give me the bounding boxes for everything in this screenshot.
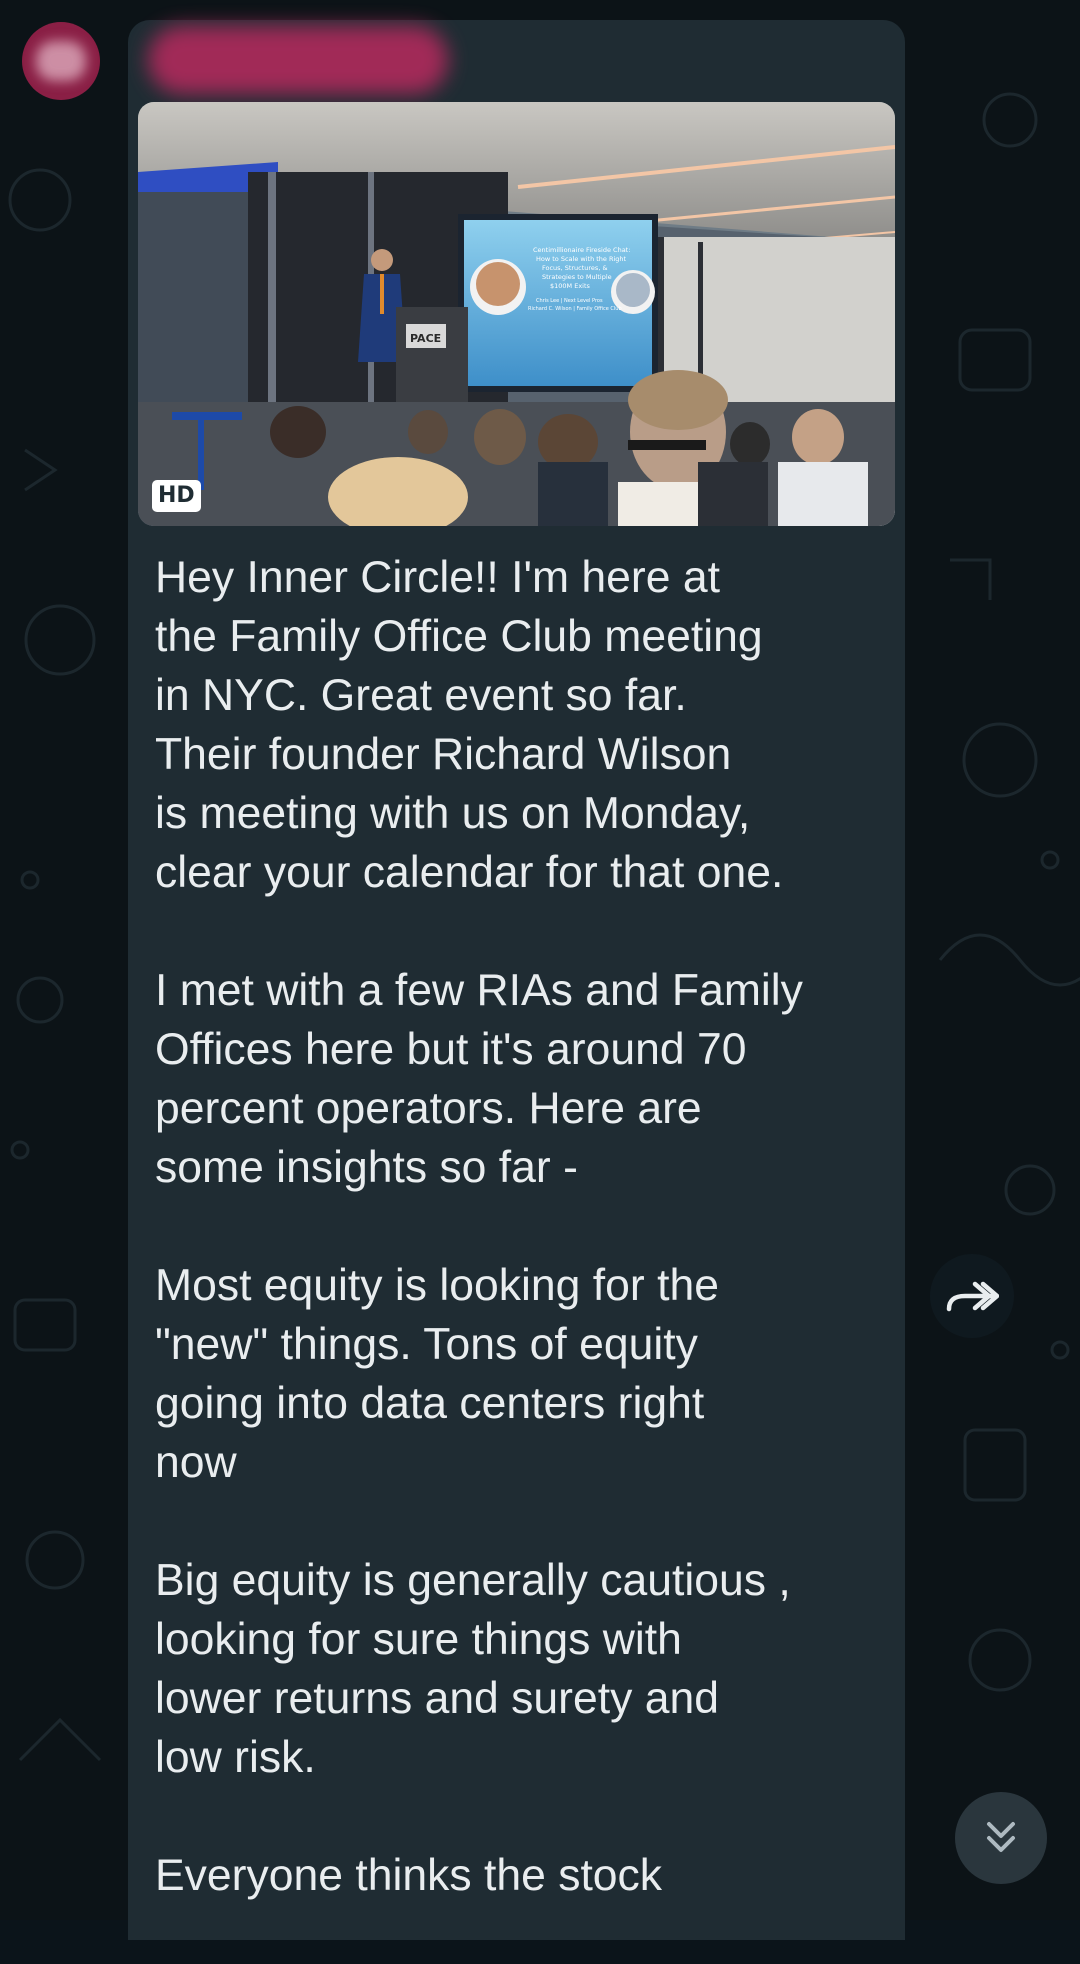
hd-badge: HD: [152, 480, 201, 512]
conference-photo: Centimillionaire Fireside Chat: How to S…: [138, 102, 895, 526]
double-chevron-down-icon: [987, 1822, 1015, 1852]
sender-avatar[interactable]: [22, 22, 100, 100]
message-paragraph-1: Hey Inner Circle!! I'm here at the Famil…: [155, 553, 784, 897]
message-paragraph-4: Big equity is generally cautious , looki…: [155, 1556, 791, 1782]
slide-line-3: Focus, Structures, &: [542, 264, 608, 272]
slide-line-1: Centimillionaire Fireside Chat:: [533, 246, 630, 254]
slide-line-4: Strategies to Multiple: [542, 273, 612, 281]
message-paragraph-3: Most equity is looking for the "new" thi…: [155, 1261, 719, 1487]
message-photo[interactable]: Centimillionaire Fireside Chat: How to S…: [138, 102, 895, 526]
scroll-to-bottom-button[interactable]: [955, 1792, 1047, 1884]
sender-name-redacted[interactable]: [148, 26, 448, 94]
message-paragraph-5: Everyone thinks the stock: [155, 1851, 663, 1900]
message-text: Hey Inner Circle!! I'm here at the Famil…: [155, 548, 895, 1964]
message-paragraph-2: I met with a few RIAs and Family Offices…: [155, 966, 803, 1192]
slide-line-5: $100M Exits: [550, 282, 591, 290]
podium-sign: PACE: [410, 332, 441, 345]
forward-button[interactable]: [930, 1254, 1014, 1338]
slide-line-7: Richard C. Wilson | Family Office Club: [528, 306, 622, 312]
avatar-blur: [36, 41, 86, 81]
slide-line-6: Chris Lee | Next Level Pros: [536, 298, 603, 304]
slide-line-2: How to Scale with the Right: [536, 255, 627, 263]
forward-icon: [946, 1281, 999, 1312]
